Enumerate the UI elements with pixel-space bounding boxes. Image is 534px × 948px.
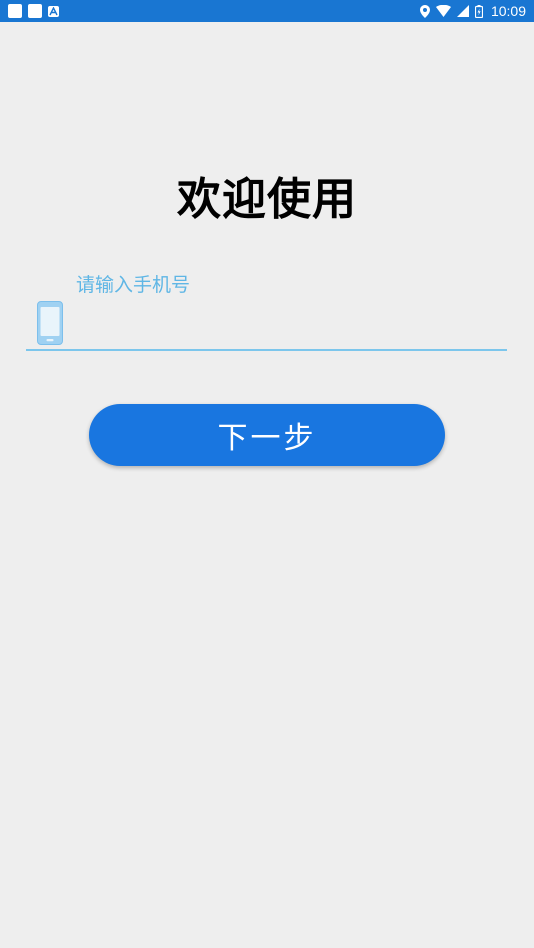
phone-field: 请输入手机号 — [26, 262, 507, 352]
notification-icons — [8, 4, 59, 18]
system-icons: 10:09 — [419, 3, 526, 19]
phone-field-hint: 请输入手机号 — [76, 274, 191, 296]
phone-field-underline — [26, 349, 507, 351]
status-time: 10:09 — [490, 3, 526, 19]
wifi-icon — [435, 5, 451, 17]
notification-a-icon — [48, 5, 59, 17]
notification-square-icon — [8, 4, 22, 18]
notification-square-icon — [28, 4, 42, 18]
battery-icon — [474, 4, 483, 18]
phone-icon — [37, 301, 63, 345]
next-step-button[interactable]: 下一步 — [89, 404, 445, 466]
signal-icon — [456, 5, 469, 17]
status-bar: 10:09 — [0, 0, 534, 22]
phone-input[interactable] — [76, 306, 496, 342]
location-icon — [419, 4, 430, 18]
page-title: 欢迎使用 — [177, 174, 357, 225]
